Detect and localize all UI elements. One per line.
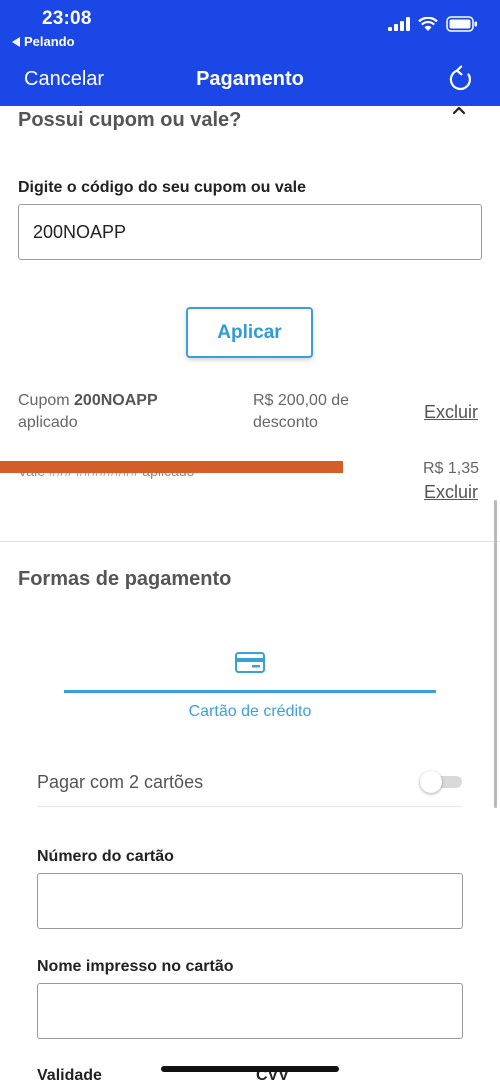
applied-coupon-code: 200NOAPP — [74, 392, 158, 409]
cancel-button[interactable]: Cancelar — [24, 68, 104, 91]
top-bar: 23:08 Pelando Cancelar Pagamento — [0, 0, 500, 106]
apply-button[interactable]: Aplicar — [186, 307, 313, 358]
status-icons — [388, 16, 478, 32]
card-number-input[interactable] — [37, 873, 463, 929]
battery-icon — [446, 16, 477, 32]
card-number-label: Número do cartão — [37, 848, 174, 865]
status-time: 23:08 — [42, 8, 92, 29]
remove-voucher-link[interactable]: Excluir — [424, 482, 478, 503]
row-separator — [37, 806, 463, 807]
wifi-icon — [418, 17, 438, 31]
discount-line2: desconto — [253, 414, 318, 431]
tab-credit-card[interactable]: Cartão de crédito — [0, 703, 500, 721]
coupon-section-title: Possui cupom ou vale? — [18, 109, 242, 131]
section-divider — [0, 541, 500, 542]
signal-icon — [388, 17, 410, 31]
remove-coupon-link[interactable]: Excluir — [424, 402, 478, 423]
scrollbar[interactable] — [494, 500, 497, 808]
two-cards-toggle[interactable] — [420, 771, 462, 793]
back-to-app[interactable]: Pelando — [12, 34, 75, 49]
applied-coupon-suffix: aplicado — [18, 414, 78, 431]
card-name-label: Nome impresso no cartão — [37, 958, 234, 975]
tab-active-indicator — [64, 690, 436, 693]
discount-line1: R$ 200,00 de — [253, 392, 350, 409]
credit-card-icon — [235, 652, 265, 673]
coupon-discount-text: R$ 200,00 de desconto — [253, 390, 393, 434]
back-arrow-icon — [12, 36, 20, 47]
back-app-label: Pelando — [24, 34, 75, 49]
refresh-icon[interactable] — [448, 65, 474, 93]
redaction-bar — [0, 461, 343, 473]
two-cards-label: Pagar com 2 cartões — [37, 772, 204, 792]
home-indicator[interactable] — [161, 1066, 339, 1072]
toggle-knob — [420, 771, 442, 793]
payment-section-title: Formas de pagamento — [18, 568, 232, 590]
coupon-code-input[interactable] — [18, 204, 482, 260]
expiry-label: Validade — [37, 1067, 102, 1082]
applied-coupon-text: Cupom 200NOAPP aplicado — [18, 390, 218, 434]
chevron-up-icon[interactable] — [452, 104, 466, 118]
voucher-amount: R$ 1,35 — [423, 460, 480, 477]
card-name-input[interactable] — [37, 983, 463, 1039]
applied-coupon-prefix: Cupom — [18, 392, 70, 409]
coupon-input-label: Digite o código do seu cupom ou vale — [18, 179, 307, 196]
